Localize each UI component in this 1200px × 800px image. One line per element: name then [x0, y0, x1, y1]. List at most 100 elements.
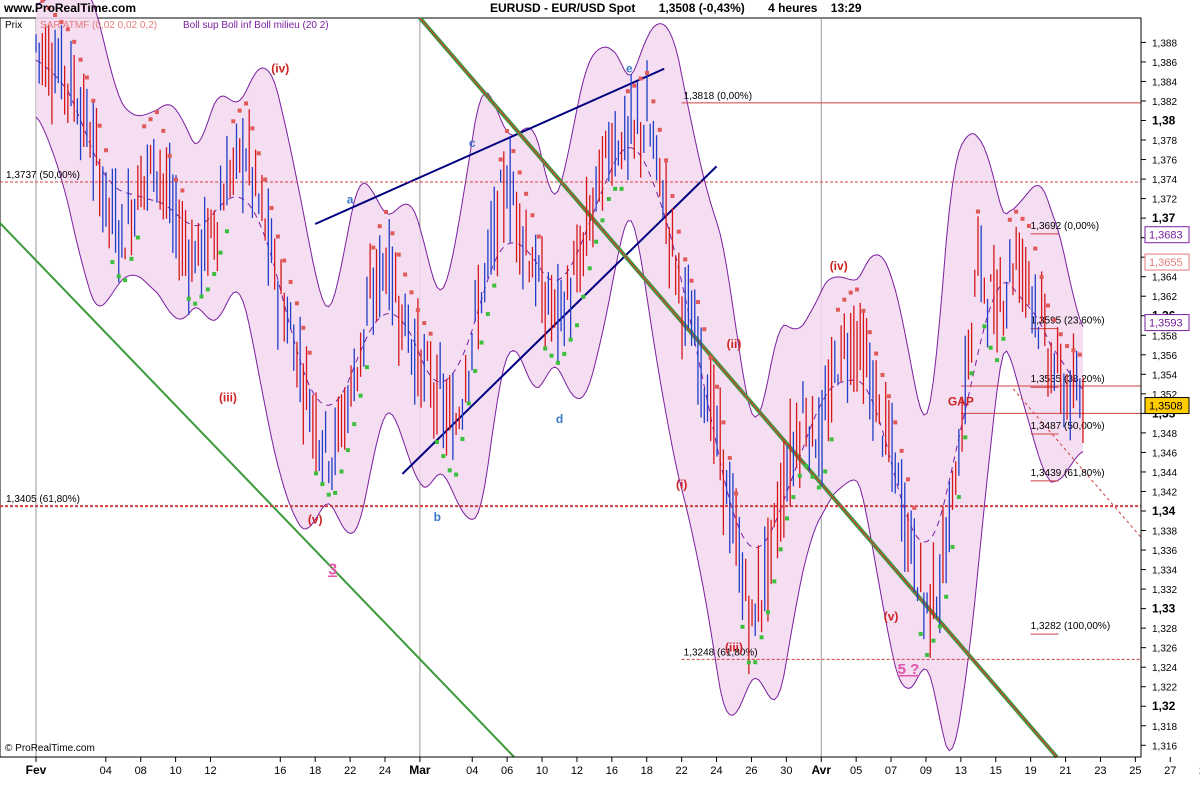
sar-dot	[829, 437, 834, 442]
sar-dot	[1007, 217, 1012, 222]
sar-dot	[371, 245, 376, 250]
x-tick-label: 22	[344, 765, 356, 777]
sar-dot	[988, 345, 993, 350]
sar-dot	[600, 218, 605, 223]
wave-label: (iii)	[219, 391, 237, 405]
sar-dot	[823, 469, 828, 474]
sar-dot	[454, 472, 459, 477]
wave-label: (iv)	[830, 259, 848, 273]
sar-dot	[250, 126, 255, 131]
y-tick-label: 1,374	[1152, 175, 1177, 186]
sar-dot	[1033, 246, 1038, 251]
sar-dot	[810, 474, 815, 479]
x-tick-label: 18	[641, 765, 653, 777]
price-change: (-0,43%)	[698, 1, 745, 15]
sar-dot	[135, 235, 140, 240]
chart-title: EURUSD - EUR/USD Spot 1,3508 (-0,43%) 4 …	[490, 1, 862, 17]
sar-dot	[307, 350, 312, 355]
sar-dot	[352, 422, 357, 427]
price-box-label: 1,3683	[1149, 230, 1183, 242]
sar-dot	[950, 544, 955, 549]
sar-dot	[1014, 209, 1019, 214]
sar-dot	[530, 213, 535, 218]
copyright: © ProRealTime.com	[5, 743, 95, 754]
x-tick-label: 04	[466, 765, 478, 777]
sar-dot	[625, 89, 630, 94]
sar-dot	[702, 327, 707, 332]
sar-dot	[84, 75, 89, 80]
legend-bollinger: Boll sup Boll inf Boll milieu (20 2)	[183, 20, 329, 31]
sar-dot	[613, 186, 618, 191]
sar-dot	[568, 337, 573, 342]
x-tick-label: 10	[169, 765, 181, 777]
sar-dot	[116, 274, 121, 279]
timeframe: 4 heures	[768, 1, 818, 15]
wave-label: e	[626, 62, 633, 76]
price-chart[interactable]: 1,3818 (0,00%) 1,3737 (50,00%) 1,3405 (61,…	[0, 0, 1200, 800]
sar-dot	[390, 231, 395, 236]
x-tick-label: 19	[1025, 765, 1037, 777]
sar-dot	[842, 297, 847, 302]
wave-label: GAP	[948, 395, 974, 409]
fib-level-label: 1,3818 (0,00%)	[684, 91, 752, 102]
sar-dot	[91, 98, 96, 103]
sar-dot	[734, 491, 739, 496]
sar-dot	[485, 312, 490, 317]
sar-dot	[294, 301, 299, 306]
y-tick-label: 1,358	[1152, 331, 1177, 342]
sar-dot	[237, 108, 242, 113]
x-tick-label: 24	[379, 765, 391, 777]
wave-label: 5 ?	[898, 661, 920, 678]
sar-dot	[925, 652, 930, 657]
sar-dot	[326, 492, 331, 497]
sar-dot	[606, 196, 611, 201]
sar-dot	[645, 70, 650, 75]
sar-dot	[1071, 348, 1076, 353]
sar-dot	[695, 300, 700, 305]
y-tick-label: 1,328	[1152, 624, 1177, 635]
sar-dot	[905, 477, 910, 482]
sar-dot	[186, 296, 191, 301]
site-url[interactable]: www.ProRealTime.com	[4, 1, 136, 17]
wave-label: (iv)	[271, 62, 289, 76]
sar-dot	[536, 234, 541, 239]
wave-label: (v)	[308, 513, 323, 527]
sar-dot	[1045, 303, 1050, 308]
fib-right-label: 1,3282 (100,00%)	[1031, 621, 1111, 632]
sar-dot	[619, 186, 624, 191]
sar-dot	[466, 401, 471, 406]
y-tick-label: 1,382	[1152, 97, 1177, 108]
y-tick-label: 1,322	[1152, 683, 1177, 694]
sar-dot	[555, 360, 560, 365]
y-tick-label: 1,38	[1152, 114, 1176, 128]
sar-dot	[142, 124, 147, 129]
sar-dot	[708, 355, 713, 360]
sar-dot	[816, 485, 821, 490]
sar-dot	[562, 351, 567, 356]
sar-dot	[263, 177, 268, 182]
x-tick-label: 16	[274, 765, 286, 777]
sar-dot	[498, 157, 503, 162]
sar-dot	[231, 119, 236, 124]
fib-right-label: 1,3439 (61,80%)	[1031, 468, 1105, 479]
wave-label: (iii)	[725, 641, 743, 655]
x-tick-label: 09	[920, 765, 932, 777]
sar-dot	[403, 272, 408, 277]
sar-dot	[504, 128, 509, 133]
y-tick-label: 1,386	[1152, 58, 1177, 69]
x-tick-label: 21	[1059, 765, 1071, 777]
x-tick-label: 08	[135, 765, 147, 777]
x-tick-label: 10	[536, 765, 548, 777]
sar-dot	[193, 301, 198, 306]
sar-dot	[358, 393, 363, 398]
x-tick-label: 12	[571, 765, 583, 777]
fib-right-label: 1,3487 (50,00%)	[1031, 421, 1105, 432]
sar-dot	[797, 473, 802, 478]
y-tick-label: 1,37	[1152, 211, 1176, 225]
sar-dot	[1001, 336, 1006, 341]
sar-dot	[848, 290, 853, 295]
y-tick-label: 1,326	[1152, 644, 1177, 655]
wave-label: d	[556, 412, 563, 426]
sar-dot	[282, 258, 287, 263]
sar-dot	[886, 394, 891, 399]
